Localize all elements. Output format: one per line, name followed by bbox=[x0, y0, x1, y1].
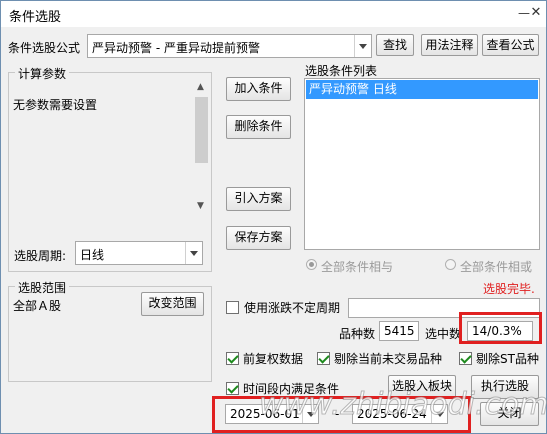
import-plan-button[interactable]: 引入方案 bbox=[226, 187, 291, 211]
save-plan-button[interactable]: 保存方案 bbox=[226, 226, 291, 250]
scope-text: 全部Ａ股 bbox=[13, 299, 62, 313]
title-bar: 条件选股 — ✕ bbox=[1, 1, 546, 27]
view-formula-button[interactable]: 查看公式 bbox=[482, 34, 539, 56]
params-scrollbar[interactable]: ▲ ▼ bbox=[194, 79, 209, 215]
add-condition-button[interactable]: 加入条件 bbox=[226, 77, 291, 101]
all-and-radio[interactable] bbox=[306, 259, 317, 270]
window-title: 条件选股 bbox=[9, 10, 62, 25]
condition-list[interactable]: 严异动预警 日线 bbox=[304, 78, 540, 250]
count-value: 5415 bbox=[379, 321, 419, 341]
scroll-down-icon[interactable]: ▼ bbox=[197, 201, 204, 211]
selected-highlight-box bbox=[459, 312, 542, 344]
chevron-down-icon[interactable] bbox=[185, 242, 202, 264]
formula-value: 严异动预警 - 严重异动提前预警 bbox=[92, 41, 260, 55]
exclude-untraded-label: 剔除当前未交易品种 bbox=[334, 352, 443, 366]
time-range-label: 时间段内满足条件 bbox=[243, 382, 340, 396]
close-icon[interactable]: ✕ bbox=[527, 4, 545, 22]
condition-stock-picker-window: 条件选股 — ✕ 条件选股公式 严异动预警 - 严重异动提前预警 查找 用法注释… bbox=[0, 0, 547, 434]
scrollbar-thumb[interactable] bbox=[195, 97, 208, 163]
prev-rights-label: 前复权数据 bbox=[243, 352, 304, 366]
scroll-up-icon[interactable]: ▲ bbox=[197, 82, 204, 92]
period-label: 选股周期: bbox=[14, 249, 67, 263]
selected-label: 选中数 bbox=[425, 327, 462, 341]
variable-period-checkbox[interactable] bbox=[226, 301, 239, 314]
formula-select[interactable]: 严异动预警 - 严重异动提前预警 bbox=[87, 34, 372, 58]
params-text: 无参数需要设置 bbox=[13, 98, 98, 112]
date-highlight-box bbox=[212, 396, 471, 433]
all-or-radio[interactable] bbox=[445, 259, 456, 270]
condition-list-title: 选股条件列表 bbox=[305, 64, 378, 78]
params-group-title: 计算参数 bbox=[15, 65, 70, 82]
list-item[interactable]: 严异动预警 日线 bbox=[306, 80, 538, 99]
formula-label: 条件选股公式 bbox=[8, 41, 81, 55]
time-range-checkbox[interactable] bbox=[226, 382, 239, 395]
exclude-st-label: 剔除ST品种 bbox=[476, 352, 539, 366]
variable-period-label: 使用涨跌不定周期 bbox=[244, 301, 341, 315]
period-value: 日线 bbox=[80, 248, 105, 262]
period-select[interactable]: 日线 bbox=[75, 241, 203, 265]
chevron-down-icon[interactable] bbox=[354, 35, 371, 57]
change-scope-button[interactable]: 改变范围 bbox=[141, 292, 204, 316]
all-and-label: 全部条件相与 bbox=[321, 260, 394, 274]
count-label: 品种数 bbox=[339, 327, 376, 341]
scope-group-title: 选股范围 bbox=[15, 279, 70, 296]
close-button[interactable]: 关闭 bbox=[480, 402, 539, 426]
status-text: 选股完毕. bbox=[483, 282, 535, 296]
execute-button[interactable]: 执行选股 bbox=[471, 375, 539, 399]
exclude-untraded-checkbox[interactable] bbox=[317, 352, 330, 365]
usage-notes-button[interactable]: 用法注释 bbox=[421, 34, 478, 56]
exclude-st-checkbox[interactable] bbox=[459, 352, 472, 365]
find-button[interactable]: 查找 bbox=[376, 34, 414, 56]
all-or-label: 全部条件相或 bbox=[460, 260, 533, 274]
prev-rights-checkbox[interactable] bbox=[226, 352, 239, 365]
delete-condition-button[interactable]: 删除条件 bbox=[226, 115, 291, 139]
